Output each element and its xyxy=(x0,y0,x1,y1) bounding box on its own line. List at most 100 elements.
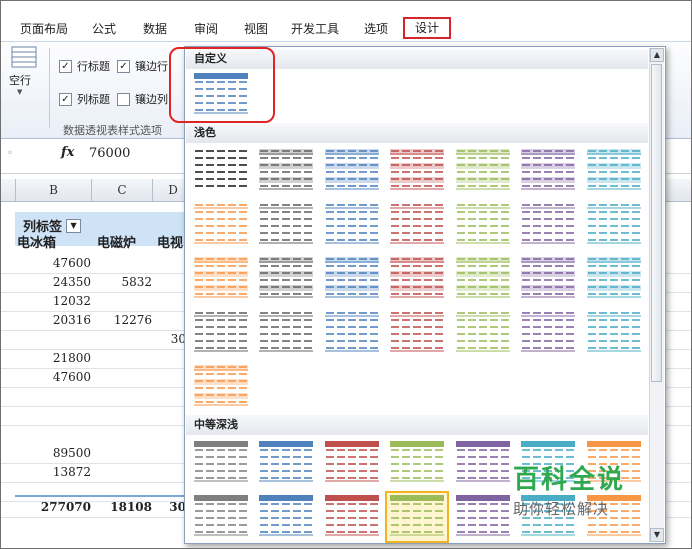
table-cell[interactable]: 24350 xyxy=(16,273,91,292)
column-header-c[interactable]: C xyxy=(92,179,153,201)
table-cell[interactable] xyxy=(153,368,186,387)
medium-style-swatch[interactable] xyxy=(256,439,316,487)
table-cell[interactable] xyxy=(92,349,152,368)
light-style-swatch[interactable] xyxy=(191,255,251,303)
table-cell[interactable] xyxy=(153,349,186,368)
table-cell[interactable]: 277070 xyxy=(16,498,91,517)
table-cell[interactable] xyxy=(92,254,152,273)
light-style-swatch[interactable] xyxy=(256,309,316,357)
table-cell[interactable]: 47600 xyxy=(16,368,91,387)
table-cell[interactable] xyxy=(153,311,186,330)
table-cell[interactable] xyxy=(92,368,152,387)
medium-style-swatch[interactable] xyxy=(256,493,316,541)
tab-page-layout[interactable]: 页面布局 xyxy=(15,19,73,39)
table-cell[interactable]: 20316 xyxy=(16,311,91,330)
light-style-swatch[interactable] xyxy=(256,255,316,303)
tab-developer[interactable]: 开发工具 xyxy=(286,19,344,39)
banded-cols-checkbox[interactable]: 镶边列 xyxy=(117,91,168,107)
tab-review[interactable]: 审阅 xyxy=(189,19,223,39)
tab-options[interactable]: 选项 xyxy=(359,19,393,39)
table-cell[interactable] xyxy=(16,406,91,425)
medium-style-swatch[interactable] xyxy=(191,493,251,541)
table-cell[interactable] xyxy=(16,330,91,349)
light-style-swatch[interactable] xyxy=(191,147,251,195)
scroll-thumb[interactable] xyxy=(651,64,662,382)
light-style-swatch[interactable] xyxy=(518,309,578,357)
table-cell[interactable] xyxy=(153,273,186,292)
col-headers-checkbox[interactable]: ✓ 列标题 xyxy=(59,91,110,107)
light-style-swatch[interactable] xyxy=(322,309,382,357)
light-style-swatch[interactable] xyxy=(191,309,251,357)
gallery-section-light: 浅色 xyxy=(186,123,648,143)
pivot-style-options-group-label: 数据透视表样式选项 xyxy=(63,124,162,137)
table-cell[interactable] xyxy=(153,292,186,311)
table-cell[interactable]: 18108 xyxy=(92,498,152,517)
light-style-swatch[interactable] xyxy=(256,147,316,195)
scroll-up-icon[interactable]: ▲ xyxy=(650,48,664,62)
fx-icon[interactable]: fx xyxy=(61,145,74,160)
light-style-swatch[interactable] xyxy=(191,201,251,249)
tab-formulas[interactable]: 公式 xyxy=(87,19,121,39)
table-cell[interactable]: 5832 xyxy=(92,273,152,292)
light-style-swatch[interactable] xyxy=(518,255,578,303)
medium-style-swatch[interactable] xyxy=(387,439,447,487)
light-style-swatch[interactable] xyxy=(387,255,447,303)
table-cell[interactable] xyxy=(153,387,186,406)
tab-design[interactable]: 设计 xyxy=(403,17,452,39)
light-style-swatch[interactable] xyxy=(584,309,644,357)
light-style-swatch[interactable] xyxy=(453,255,513,303)
table-cell[interactable] xyxy=(16,387,91,406)
medium-style-swatch[interactable] xyxy=(191,439,251,487)
table-cell[interactable] xyxy=(92,406,152,425)
column-header-b[interactable]: B xyxy=(16,179,92,201)
table-cell[interactable] xyxy=(153,463,186,482)
medium-style-swatch[interactable] xyxy=(322,439,382,487)
table-cell[interactable] xyxy=(92,444,152,463)
light-style-swatch[interactable] xyxy=(518,147,578,195)
tab-data[interactable]: 数据 xyxy=(138,19,172,39)
table-cell[interactable]: 13872 xyxy=(16,463,91,482)
scroll-down-icon[interactable]: ▼ xyxy=(650,528,664,542)
table-cell[interactable] xyxy=(92,463,152,482)
light-style-swatch[interactable] xyxy=(453,201,513,249)
light-style-swatch[interactable] xyxy=(387,147,447,195)
light-style-swatch[interactable] xyxy=(322,147,382,195)
banded-rows-checkbox[interactable]: ✓ 镶边行 xyxy=(117,58,168,74)
table-cell[interactable] xyxy=(153,406,186,425)
medium-style-swatch[interactable] xyxy=(385,491,449,543)
table-cell[interactable] xyxy=(153,254,186,273)
table-cell[interactable] xyxy=(92,292,152,311)
row-headers-checkbox[interactable]: ✓ 行标题 xyxy=(59,58,110,74)
light-style-swatch[interactable] xyxy=(387,309,447,357)
light-style-swatch[interactable] xyxy=(453,309,513,357)
tab-view[interactable]: 视图 xyxy=(239,19,273,39)
light-style-swatch[interactable] xyxy=(322,255,382,303)
table-cell[interactable]: 47600 xyxy=(16,254,91,273)
medium-style-swatch[interactable] xyxy=(322,493,382,541)
medium-style-swatch[interactable] xyxy=(453,493,513,541)
table-cell[interactable] xyxy=(92,330,152,349)
row-header-corner[interactable] xyxy=(1,179,16,201)
light-style-swatch[interactable] xyxy=(191,363,251,411)
formula-input[interactable]: 76000 xyxy=(89,146,130,161)
table-cell[interactable]: 30 xyxy=(153,330,186,349)
light-style-swatch[interactable] xyxy=(256,201,316,249)
medium-style-swatch[interactable] xyxy=(453,439,513,487)
table-cell[interactable]: 12032 xyxy=(16,292,91,311)
light-style-swatch[interactable] xyxy=(584,201,644,249)
table-cell[interactable]: 12276 xyxy=(92,311,152,330)
table-cell[interactable]: 89500 xyxy=(16,444,91,463)
light-style-swatch[interactable] xyxy=(453,147,513,195)
light-style-swatch[interactable] xyxy=(322,201,382,249)
name-box-edge[interactable]: ◦ xyxy=(7,148,13,159)
table-cell[interactable]: 30 xyxy=(153,498,186,517)
light-style-swatch[interactable] xyxy=(387,201,447,249)
filter-dropdown-icon[interactable]: ▼ xyxy=(66,218,82,233)
blank-rows-button[interactable]: 空行 ▼ xyxy=(9,46,39,106)
light-style-swatch[interactable] xyxy=(584,255,644,303)
table-cell[interactable]: 21800 xyxy=(16,349,91,368)
light-style-swatch[interactable] xyxy=(584,147,644,195)
table-cell[interactable] xyxy=(153,444,186,463)
light-style-swatch[interactable] xyxy=(518,201,578,249)
table-cell[interactable] xyxy=(92,387,152,406)
